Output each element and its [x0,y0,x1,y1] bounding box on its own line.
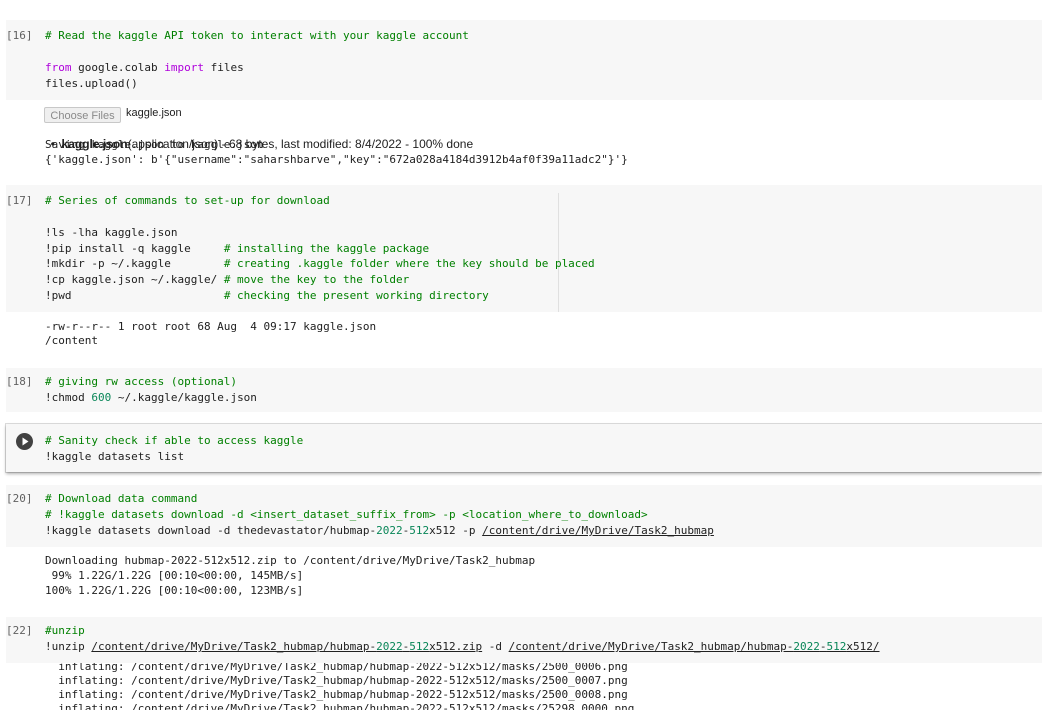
number-literal: 2022 [793,640,820,653]
ruler-guide [558,193,559,312]
path-segment: /content/drive/MyDrive/Task2_hubmap/hubm… [91,640,377,653]
cell-prompt-18: [18] [6,375,33,388]
output-line: inflating: /content/drive/MyDrive/Task2_… [45,688,628,701]
output-line: {'kaggle.json': b'{"username":"saharshba… [45,153,628,166]
choose-files-button[interactable]: Choose Files [44,107,121,123]
code-line: !ls -lha kaggle.json [45,226,178,239]
import-name: files [203,61,244,74]
shell-command: !chmod [45,391,92,404]
keyword-from: from [45,61,72,74]
shell-command: !mkdir -p ~/.kaggle [45,257,224,270]
play-icon [22,437,29,446]
inline-comment: # creating .kaggle folder where the key … [223,257,595,270]
code-comment: # !kaggle datasets download -d <insert_d… [45,508,648,521]
output-line: Downloading hubmap-2022-512x512.zip to /… [45,554,536,567]
path-link[interactable]: /content/drive/MyDrive/Task2_hubmap/hubm… [91,640,482,653]
output-scroll-area[interactable]: inflating: /content/drive/MyDrive/Task2_… [0,663,1042,710]
shell-command: !pip install -q kaggle [45,242,224,255]
inline-comment: # move the key to the folder [223,273,410,286]
cell-prompt-22: [22] [6,624,33,637]
code-line: !kaggle datasets download -d thedevastat… [45,523,714,539]
run-cell-button[interactable] [16,433,33,450]
cell-prompt-20: [20] [6,492,33,505]
code-line: !cp kaggle.json ~/.kaggle/ # move the ke… [45,272,409,288]
path-link[interactable]: /content/drive/MyDrive/Task2_hubmap/hubm… [509,640,880,653]
shell-command: !kaggle datasets download -d thedevastat… [45,524,377,537]
path-segment: /content/drive/MyDrive/Task2_hubmap/hubm… [508,640,794,653]
code-line: !kaggle datasets list [45,450,185,463]
output-line: /content [45,334,98,347]
code-comment: # giving rw access (optional) [45,375,238,388]
module-name: google.colab [71,61,165,74]
number-literal: 2022 [376,524,403,537]
code-comment: # Sanity check if able to access kaggle [45,434,304,447]
output-line: inflating: /content/drive/MyDrive/Task2_… [45,702,635,710]
code-line: !unzip /content/drive/MyDrive/Task2_hubm… [45,639,880,655]
path-segment: - [819,640,827,653]
shell-command: !cp kaggle.json ~/.kaggle/ [45,273,224,286]
output-line: inflating: /content/drive/MyDrive/Task2_… [45,674,628,687]
shell-args: ~/.kaggle/kaggle.json [111,391,257,404]
cell-prompt-16: [16] [6,29,33,42]
output-line: Saving kaggle.json to kaggle.json [45,138,264,151]
number-literal: 512 [826,640,847,653]
code-line: !chmod 600 ~/.kaggle/kaggle.json [45,390,257,406]
shell-command: !pwd [45,289,224,302]
code-line: !mkdir -p ~/.kaggle # creating .kaggle f… [45,256,595,272]
chosen-file-label: kaggle.json [126,107,182,119]
inline-comment: # checking the present working directory [223,289,489,302]
code-comment: # Download data command [45,492,198,505]
inline-comment: # installing the kaggle package [223,242,430,255]
output-line: -rw-r--r-- 1 root root 68 Aug 4 09:17 ka… [45,320,377,333]
shell-args: x512 -p [429,524,483,537]
number-literal: 512 [409,640,430,653]
path-segment: x512/ [846,640,880,653]
shell-command: !unzip [45,640,92,653]
cell-prompt-17: [17] [6,194,33,207]
path-link[interactable]: /content/drive/MyDrive/Task2_hubmap [482,524,714,537]
keyword-import: import [164,61,204,74]
code-comment: #unzip [45,624,85,637]
code-line: !pwd # checking the present working dire… [45,288,489,304]
code-line: from google.colab import files [45,60,244,76]
output-line: 100% 1.22G/1.22G [00:10<00:00, 123MB/s] [45,584,304,597]
code-comment: # Read the kaggle API token to interact … [45,29,469,42]
code-line: !pip install -q kaggle # installing the … [45,241,429,257]
path-segment: x512.zip [429,640,483,653]
number-literal: 2022 [376,640,403,653]
number-literal: 512 [409,524,430,537]
number-literal: 600 [91,391,112,404]
output-line: 99% 1.22G/1.22G [00:10<00:00, 145MB/s] [45,569,304,582]
code-line: files.upload() [45,77,138,90]
shell-args: -d [482,640,509,653]
code-comment: # Series of commands to set-up for downl… [45,194,330,207]
